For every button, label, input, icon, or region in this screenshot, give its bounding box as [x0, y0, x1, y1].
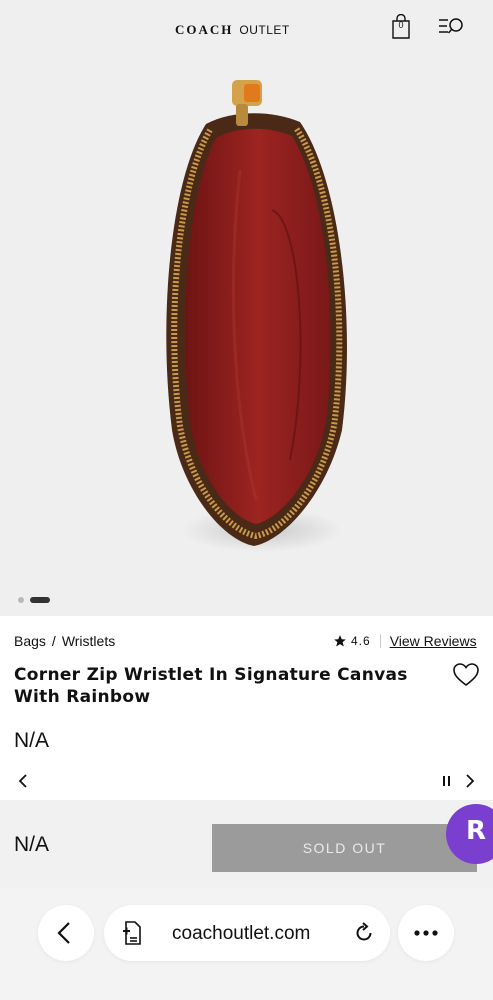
- rakuten-logo: R: [466, 816, 487, 846]
- product-price: N/A: [14, 729, 50, 752]
- product-rating: 4.6 View Reviews: [333, 633, 477, 649]
- product-title: Corner Zip Wristlet In Signature Canvas …: [14, 665, 408, 707]
- url-text: coachoutlet.com: [172, 923, 311, 944]
- chevron-left-icon: [18, 774, 27, 788]
- wristlet-product-photo: [166, 80, 347, 552]
- heart-icon: [453, 663, 479, 687]
- pause-button[interactable]: [441, 773, 453, 789]
- rating-value: 4.6: [351, 634, 371, 648]
- sold-out-button[interactable]: SOLD OUT: [212, 824, 477, 872]
- breadcrumb-wristlets[interactable]: Wristlets: [62, 633, 115, 649]
- breadcrumb-separator: /: [51, 633, 56, 649]
- site-header: COACH OUTLET 0: [0, 0, 493, 60]
- menu-search-button[interactable]: [436, 14, 468, 40]
- carousel-dot-active[interactable]: [30, 597, 50, 603]
- view-reviews-link[interactable]: View Reviews: [390, 633, 477, 649]
- next-button[interactable]: [463, 772, 477, 790]
- menu-search-icon: [439, 18, 463, 34]
- product-image[interactable]: [0, 60, 493, 616]
- purchase-bar-price: N/A: [14, 833, 50, 856]
- logo-subbrand: OUTLET: [239, 23, 290, 37]
- star-icon: [334, 635, 346, 647]
- previous-button[interactable]: [16, 772, 30, 790]
- shopping-bag-button[interactable]: 0: [390, 13, 412, 40]
- reload-icon[interactable]: [351, 920, 377, 946]
- rating-divider: [379, 634, 381, 648]
- browser-back-button[interactable]: [38, 905, 94, 961]
- address-bar[interactable]: coachoutlet.com: [104, 905, 390, 961]
- chevron-right-icon: [466, 774, 475, 788]
- browser-more-button[interactable]: [398, 905, 454, 961]
- more-dots-icon: [414, 930, 438, 936]
- breadcrumb-bags[interactable]: Bags: [14, 633, 46, 649]
- wishlist-button[interactable]: [452, 662, 480, 688]
- pause-icon: [443, 776, 450, 786]
- page-settings-icon: [123, 921, 141, 945]
- breadcrumb: Bags / Wristlets: [14, 633, 115, 649]
- back-arrow-icon: [57, 922, 70, 944]
- logo-brand: COACH: [175, 22, 234, 37]
- carousel-dot[interactable]: [18, 597, 24, 603]
- coach-outlet-logo[interactable]: COACH OUTLET: [175, 22, 290, 42]
- image-carousel-dots[interactable]: [18, 597, 50, 603]
- bag-count: 0: [398, 20, 404, 30]
